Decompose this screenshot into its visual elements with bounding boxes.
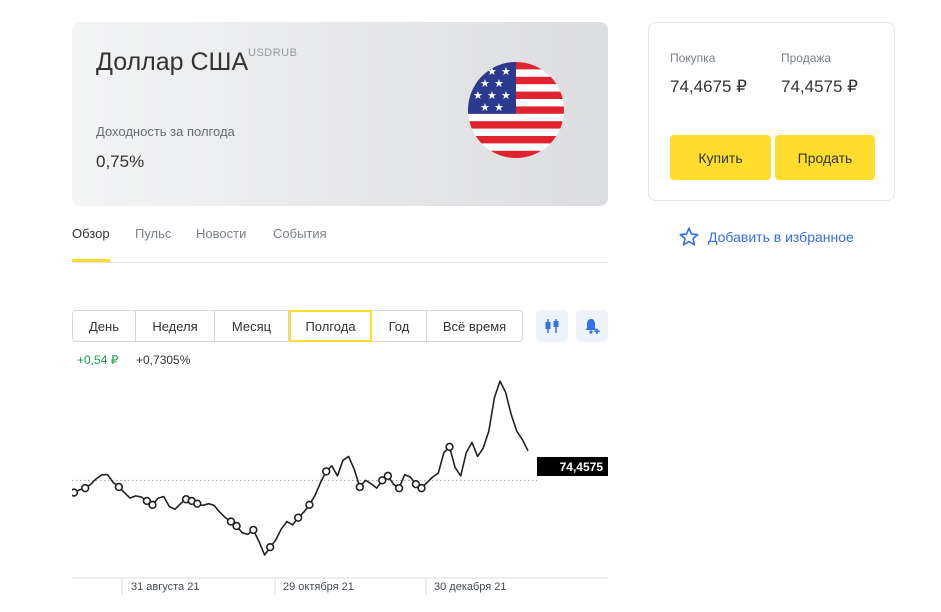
buy-button[interactable]: Купить xyxy=(670,135,771,180)
yield-value: 0,75% xyxy=(96,152,145,171)
event-marker[interactable] xyxy=(322,467,331,476)
instrument-ticker: USDRUB xyxy=(248,47,298,59)
event-marker[interactable] xyxy=(417,483,426,493)
buy-price-label: Покупка xyxy=(670,51,716,65)
instrument-hero-card: Доллар США USDRUB Доходность за полгода … xyxy=(72,22,608,206)
range-year-button[interactable]: Год xyxy=(372,310,427,342)
range-month-button[interactable]: Месяц xyxy=(215,310,289,342)
svg-text:★: ★ xyxy=(473,65,483,78)
tab-events[interactable]: События xyxy=(273,226,327,241)
chart-type-button[interactable] xyxy=(536,310,568,342)
us-flag-icon: ★ ★ ★ ★ ★ ★ ★ ★ ★ ★ xyxy=(468,62,564,158)
price-alert-button[interactable] xyxy=(576,310,608,342)
instrument-name: Доллар США xyxy=(96,48,249,76)
tab-news[interactable]: Новости xyxy=(196,226,246,241)
event-marker[interactable] xyxy=(148,500,157,510)
event-marker[interactable] xyxy=(114,482,124,492)
tab-overview[interactable]: Обзор xyxy=(72,226,110,241)
event-marker[interactable] xyxy=(232,521,241,531)
active-tab-indicator xyxy=(72,259,110,262)
sell-button[interactable]: Продать xyxy=(775,135,875,180)
price-chart[interactable] xyxy=(72,360,608,595)
x-axis-label: 30 декабря 21 xyxy=(434,581,507,593)
sell-price-value: 74,4575 ₽ xyxy=(781,77,858,96)
buy-price-value: 74,4675 ₽ xyxy=(670,77,747,96)
event-marker[interactable] xyxy=(249,525,258,535)
candlestick-icon xyxy=(545,319,559,333)
event-marker[interactable] xyxy=(305,500,314,510)
tab-pulse[interactable]: Пульс xyxy=(135,226,171,241)
range-selector: День Неделя Месяц Полгода Год Всё время xyxy=(72,310,523,342)
add-to-favorites-label: Добавить в избранное xyxy=(708,229,854,245)
star-outline-icon xyxy=(679,227,699,246)
range-alltime-button[interactable]: Всё время xyxy=(427,310,523,342)
section-tabs: Обзор Пульс Новости События xyxy=(72,226,608,263)
x-axis-label: 29 октября 21 xyxy=(283,581,354,593)
yield-label: Доходность за полгода xyxy=(96,124,235,139)
event-marker[interactable] xyxy=(293,513,303,522)
bell-plus-icon xyxy=(585,319,600,334)
event-marker[interactable] xyxy=(445,442,454,452)
trade-card: Покупка 74,4675 ₽ Продажа 74,4575 ₽ Купи… xyxy=(648,22,895,201)
event-marker[interactable] xyxy=(383,471,393,481)
svg-text:★: ★ xyxy=(480,101,490,114)
svg-text:★: ★ xyxy=(494,101,504,114)
range-week-button[interactable]: Неделя xyxy=(136,310,215,342)
event-marker[interactable] xyxy=(72,488,79,497)
event-marker[interactable] xyxy=(265,542,275,552)
last-price-tag: 74,4575 xyxy=(537,457,608,476)
add-to-favorites-link[interactable]: Добавить в избранное xyxy=(678,226,854,248)
sell-price-label: Продажа xyxy=(781,51,832,65)
range-halfyear-button[interactable]: Полгода xyxy=(289,310,372,342)
event-marker[interactable] xyxy=(193,499,202,508)
price-series-line xyxy=(73,380,529,556)
event-marker[interactable] xyxy=(81,483,90,493)
event-marker[interactable] xyxy=(355,482,365,492)
x-axis-label: 31 августа 21 xyxy=(131,581,200,593)
event-marker[interactable] xyxy=(394,483,404,493)
range-day-button[interactable]: День xyxy=(72,310,136,342)
